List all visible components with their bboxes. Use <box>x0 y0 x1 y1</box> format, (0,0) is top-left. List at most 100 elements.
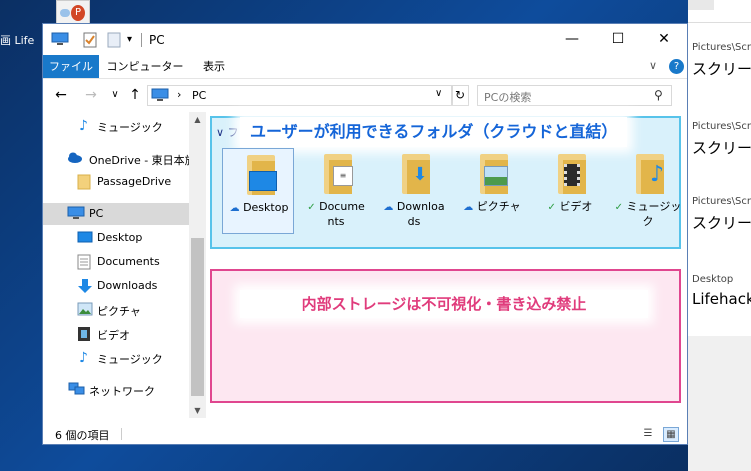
scrollbar-thumb[interactable] <box>191 238 204 396</box>
navigation-pane: ♪ ミュージック OneDrive - 東日本旅 PassageDrive PC <box>43 112 189 418</box>
tab-computer[interactable]: コンピューター <box>105 55 185 78</box>
sidebar-item-desktop[interactable]: Desktop <box>43 227 189 249</box>
large-icons-view-icon[interactable]: ▦ <box>663 427 679 442</box>
recent-item-name[interactable]: Lifehacke <box>692 290 751 308</box>
search-box[interactable]: PCの検索 ⚲ <box>477 85 672 106</box>
sidebar-item-label: OneDrive - 東日本旅 <box>89 154 189 167</box>
sidebar-item-pictures[interactable]: ピクチャ <box>43 299 189 321</box>
new-folder-icon[interactable] <box>107 32 121 52</box>
chevron-down-icon[interactable]: ∨ <box>216 126 224 139</box>
breadcrumb-chevron-icon[interactable]: › <box>177 88 181 101</box>
tab-view[interactable]: 表示 <box>191 55 237 78</box>
address-dropdown-icon[interactable]: ∨ <box>435 88 442 99</box>
desktop-folder-icon <box>247 155 277 195</box>
recent-item-name[interactable]: スクリーン <box>692 137 751 158</box>
folder-label: ☁ ピクチャ <box>456 200 528 215</box>
sidebar-item-label: PassageDrive <box>97 175 172 188</box>
sidebar-item-network[interactable]: ネットワーク <box>43 379 189 401</box>
up-button[interactable]: ↑ <box>125 85 145 105</box>
pc-icon <box>51 32 69 50</box>
recent-item-name[interactable]: スクリーン <box>692 58 751 79</box>
pc-icon <box>67 206 85 222</box>
recent-item-path: Pictures\Scr <box>692 196 751 207</box>
expand-ribbon-icon[interactable]: ∨ <box>649 59 657 72</box>
folder-downloads[interactable]: ⬇ ☁ Downloa ds <box>378 148 450 234</box>
navigation-bar: ← → ∨ ↑ › PC ∨ ↻ PCの検索 ⚲ <box>43 79 687 112</box>
folder-label: ✓ ミュージッ ク <box>612 200 684 229</box>
properties-icon[interactable] <box>83 32 97 52</box>
annotation-cloud-folders: ユーザーが利用できるフォルダ（クラウドと直結） <box>240 117 628 147</box>
scroll-up-arrow-icon[interactable]: ▲ <box>189 112 206 127</box>
sidebar-item-label: PC <box>89 207 104 220</box>
pc-icon <box>151 88 169 102</box>
item-count: 6 個の項目 <box>55 429 110 442</box>
sidebar-item-documents[interactable]: Documents <box>43 251 189 273</box>
details-view-icon[interactable]: ☰ <box>641 427 655 440</box>
folder-label-line: ミュージッ <box>626 200 682 213</box>
folder-label-line: ビデオ <box>559 200 593 213</box>
sidebar-scrollbar[interactable]: ▲ ▼ <box>189 112 206 418</box>
folder-pictures[interactable]: ☁ ピクチャ <box>456 148 528 234</box>
sidebar-item-music[interactable]: ♪ ミュージック <box>43 115 189 137</box>
recent-files-panel: Pictures\Scr スクリーン Pictures\Scr スクリーン Pi… <box>688 0 751 471</box>
sidebar-item-label: ネットワーク <box>89 385 155 398</box>
folder-label-line: ク <box>642 215 654 228</box>
sidebar-item-downloads[interactable]: Downloads <box>43 275 189 297</box>
sidebar-item-label: ミュージック <box>97 353 163 366</box>
folder-documents[interactable]: ≡ ✓ Docume nts <box>300 148 372 234</box>
recent-item-path: Desktop <box>692 274 734 285</box>
music-note-icon: ♪ <box>79 350 88 366</box>
forward-button[interactable]: → <box>81 85 101 105</box>
downloads-arrow-icon <box>77 278 93 294</box>
sidebar-item-onedrive[interactable]: OneDrive - 東日本旅 <box>43 148 189 170</box>
sidebar-item-pc[interactable]: PC <box>43 203 189 225</box>
breadcrumb-pc[interactable]: PC <box>192 89 206 102</box>
synced-check-icon: ✓ <box>614 202 624 213</box>
cloud-folders-highlight: ∨ フォルダー ユーザーが利用できるフォルダ（クラウドと直結） ☁ Deskto… <box>210 116 681 249</box>
recent-item-name[interactable]: スクリーン <box>692 212 751 233</box>
status-bar: 6 個の項目 ☰ ▦ <box>43 423 687 444</box>
sidebar-item-label: Desktop <box>97 231 143 244</box>
explorer-window: ▾ PC — ☐ ✕ ファイル コンピューター 表示 ∨ ? ← → ∨ ↑ ›… <box>42 23 688 445</box>
recent-item-path: Pictures\Scr <box>692 121 751 132</box>
panel-footer <box>688 336 751 471</box>
desktop-folder-icon <box>77 230 93 246</box>
quick-access-dropdown-icon[interactable]: ▾ <box>127 34 132 45</box>
folder-label-line: ピクチャ <box>476 200 521 213</box>
video-folder-icon <box>558 154 586 194</box>
minimize-button[interactable]: — <box>549 24 595 55</box>
recent-locations-button[interactable]: ∨ <box>105 85 125 105</box>
search-icon: ⚲ <box>654 88 663 102</box>
refresh-button[interactable]: ↻ <box>451 85 469 106</box>
music-note-icon: ♪ <box>79 118 88 134</box>
annotation-internal-storage: 内部ストレージは不可視化・書き込み禁止 <box>240 290 648 318</box>
documents-folder-icon <box>77 254 93 270</box>
cloud-status-icon: ☁ <box>229 203 240 214</box>
folder-icon <box>77 174 93 190</box>
address-bar[interactable]: › PC ∨ <box>147 85 453 106</box>
status-separator <box>121 428 122 440</box>
folder-desktop[interactable]: ☁ Desktop <box>222 148 294 234</box>
maximize-button[interactable]: ☐ <box>595 24 641 55</box>
sidebar-item-label: Downloads <box>97 279 158 292</box>
pictures-folder-icon <box>77 302 93 318</box>
folder-label-line: Downloa <box>396 200 445 213</box>
close-button[interactable]: ✕ <box>641 24 687 55</box>
sidebar-item-label: ピクチャ <box>97 305 141 318</box>
sidebar-item-videos[interactable]: ビデオ <box>43 323 189 345</box>
music-folder-icon: ♪ <box>636 154 664 194</box>
tab-file[interactable]: ファイル <box>43 55 99 78</box>
folder-label: ✓ Docume nts <box>300 200 372 229</box>
sidebar-item-music[interactable]: ♪ ミュージック <box>43 347 189 369</box>
help-icon[interactable]: ? <box>669 59 684 74</box>
powerpoint-icon: P <box>71 5 85 21</box>
scroll-down-arrow-icon[interactable]: ▼ <box>189 403 206 418</box>
folder-videos[interactable]: ✓ ビデオ <box>534 148 606 234</box>
sidebar-item-label: ミュージック <box>97 121 163 134</box>
content-area: ∨ フォルダー ユーザーが利用できるフォルダ（クラウドと直結） ☁ Deskto… <box>206 112 687 418</box>
title-bar[interactable]: ▾ PC — ☐ ✕ <box>43 24 687 55</box>
folder-music[interactable]: ♪ ✓ ミュージッ ク <box>612 148 684 234</box>
sidebar-item-passagedrive[interactable]: PassageDrive <box>43 171 189 193</box>
back-button[interactable]: ← <box>51 85 71 105</box>
folder-label: ☁ Desktop <box>223 201 295 216</box>
